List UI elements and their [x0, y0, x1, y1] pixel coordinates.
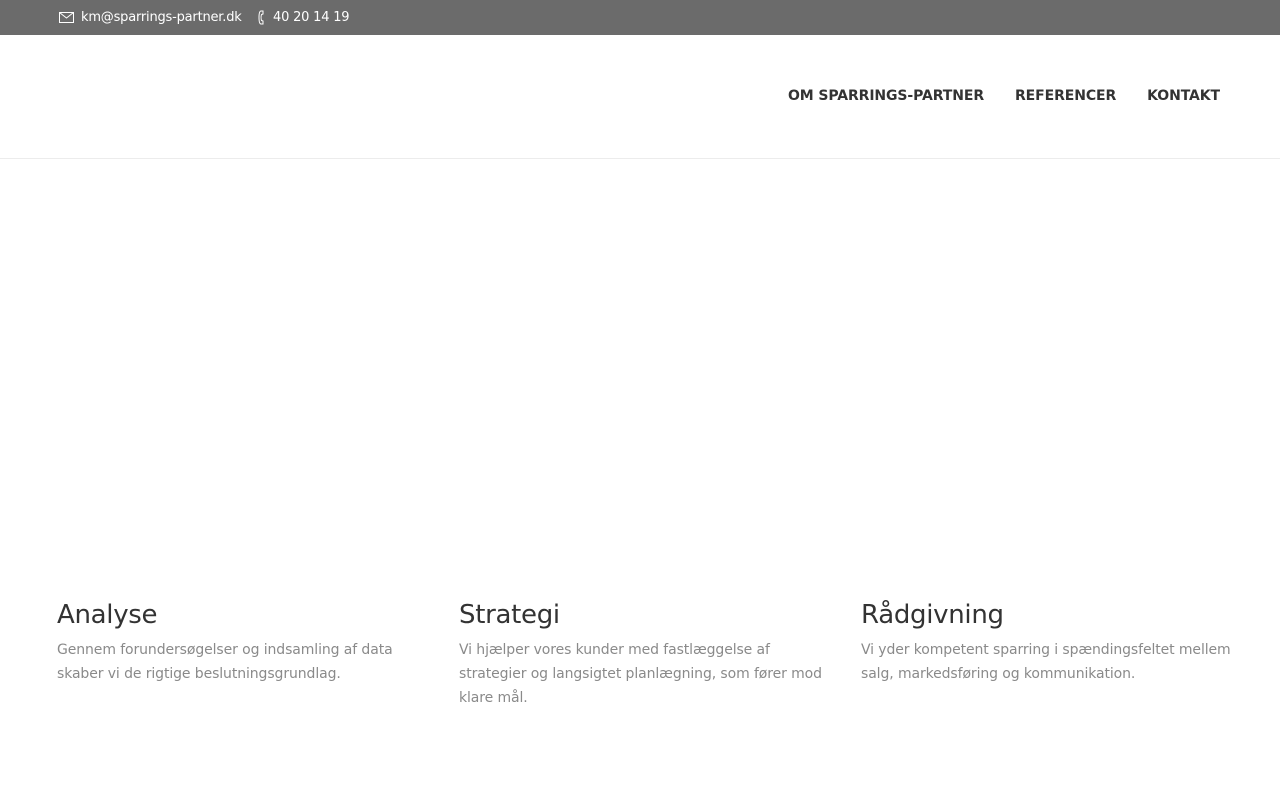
phone-icon — [258, 10, 266, 25]
top-contact-bar: km@sparrings-partner.dk 40 20 14 19 — [0, 0, 1280, 35]
site-header: OM SPARRINGS-PARTNER REFERENCER KONTAKT — [0, 35, 1280, 159]
envelope-icon — [59, 12, 74, 23]
feature-text: Vi yder kompetent sparring i spændingsfe… — [861, 642, 1231, 682]
phone-link[interactable]: 40 20 14 19 — [258, 0, 350, 35]
feature-text: Gennem forundersøgelser og indsamling af… — [57, 642, 393, 682]
feature-title: Rådgivning — [861, 600, 1004, 630]
phone-text: 40 20 14 19 — [273, 10, 350, 25]
feature-strategi: Strategi Vi hjælper vores kunder med fas… — [459, 598, 829, 710]
email-link[interactable]: km@sparrings-partner.dk — [59, 0, 242, 35]
nav-item-referencer[interactable]: REFERENCER — [1015, 88, 1116, 104]
main-nav: OM SPARRINGS-PARTNER REFERENCER KONTAKT — [757, 35, 1220, 157]
email-text: km@sparrings-partner.dk — [81, 10, 242, 25]
feature-title: Strategi — [459, 600, 560, 630]
nav-item-om-sparrings-partner[interactable]: OM SPARRINGS-PARTNER — [788, 88, 984, 104]
feature-analyse: Analyse Gennem forundersøgelser og indsa… — [57, 598, 427, 686]
feature-radgivning: Rådgivning Vi yder kompetent sparring i … — [861, 598, 1231, 686]
feature-title: Analyse — [57, 600, 158, 630]
feature-text: Vi hjælper vores kunder med fastlæggelse… — [459, 642, 822, 706]
nav-item-kontakt[interactable]: KONTAKT — [1147, 88, 1220, 104]
